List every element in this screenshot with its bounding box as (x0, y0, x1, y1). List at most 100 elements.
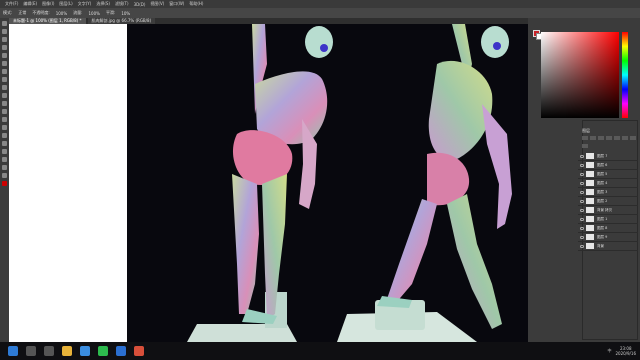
layer-row[interactable]: 图层 7 (578, 152, 638, 161)
option-item[interactable]: 流量: (73, 10, 82, 16)
wechat-icon[interactable] (98, 346, 108, 356)
option-item[interactable]: 正常 (18, 10, 26, 16)
menu-item[interactable]: 帮助(H) (189, 1, 203, 7)
option-item[interactable]: 100% (89, 11, 100, 16)
anatomy-figure-side (377, 24, 512, 329)
crop-tool-icon[interactable] (2, 53, 7, 58)
search-icon[interactable] (26, 346, 36, 356)
menu-item[interactable]: 图像(I) (42, 1, 54, 7)
move-tool-icon[interactable] (2, 21, 7, 26)
visibility-eye-icon[interactable] (580, 217, 584, 221)
visibility-eye-icon[interactable] (580, 235, 584, 239)
layer-thumbnail (586, 162, 594, 168)
color-picker[interactable] (533, 28, 629, 121)
dodge-tool-icon[interactable] (2, 125, 7, 130)
layer-name: 图层 2 (597, 198, 608, 203)
explorer-icon[interactable] (62, 346, 72, 356)
healing-brush-tool-icon[interactable] (2, 69, 7, 74)
menu-item[interactable]: 编辑(E) (23, 1, 37, 7)
path-select-tool-icon[interactable] (2, 149, 7, 154)
filter-kind-icon[interactable] (582, 136, 588, 140)
hue-slider[interactable] (622, 32, 628, 118)
quick-select-tool-icon[interactable] (2, 45, 7, 50)
filter-adjust-icon[interactable] (598, 136, 604, 140)
layer-row[interactable]: 图层 4 (578, 179, 638, 188)
lasso-tool-icon[interactable] (2, 37, 7, 42)
layer-row[interactable]: 背景 拷贝 (578, 206, 638, 215)
filter-pixel-icon[interactable] (590, 136, 596, 140)
photoshop-icon[interactable] (116, 346, 126, 356)
layer-name: 图层 5 (597, 171, 608, 176)
menu-item[interactable]: 选择(S) (96, 1, 110, 7)
visibility-eye-icon[interactable] (580, 172, 584, 176)
windows-start-icon[interactable] (8, 346, 18, 356)
opacity-field[interactable] (630, 136, 636, 140)
clone-stamp-tool-icon[interactable] (2, 85, 7, 90)
layer-row[interactable]: 图层 5 (578, 170, 638, 179)
pen-tool-icon[interactable] (2, 133, 7, 138)
history-brush-tool-icon[interactable] (2, 93, 7, 98)
option-item[interactable]: 不透明度: (32, 10, 49, 16)
browser-icon[interactable] (80, 346, 90, 356)
blur-tool-icon[interactable] (2, 117, 7, 122)
visibility-eye-icon[interactable] (580, 244, 584, 248)
type-tool-icon[interactable] (2, 141, 7, 146)
layer-row[interactable]: 图层 8 (578, 224, 638, 233)
shape-tool-icon[interactable] (2, 157, 7, 162)
layer-row[interactable]: 图层 1 (578, 215, 638, 224)
gradient-tool-icon[interactable] (2, 109, 7, 114)
menu-item[interactable]: 文字(Y) (78, 1, 92, 7)
hand-tool-icon[interactable] (2, 165, 7, 170)
layer-name: 图层 3 (597, 189, 608, 194)
menu-item[interactable]: 文件(F) (5, 1, 18, 7)
menu-item[interactable]: 滤镜(T) (115, 1, 129, 7)
layer-name: 背景 拷贝 (597, 207, 613, 212)
layer-row[interactable]: 图层 3 (578, 188, 638, 197)
visibility-eye-icon[interactable] (580, 154, 584, 158)
media-icon[interactable] (134, 346, 144, 356)
filter-shape-icon[interactable] (614, 136, 620, 140)
menu-item[interactable]: 3D(D) (134, 2, 146, 7)
option-item[interactable]: 10% (121, 11, 130, 16)
task-view-icon[interactable] (44, 346, 54, 356)
visibility-eye-icon[interactable] (580, 190, 584, 194)
saturation-value-field[interactable] (541, 32, 619, 118)
lock-icon[interactable] (582, 144, 588, 148)
blank-document-page (9, 24, 127, 342)
menu-bar: 文件(F) 编辑(E) 图像(I) 图层(L) 文字(Y) 选择(S) 滤镜(T) 3D(D)… (0, 0, 640, 8)
option-item[interactable]: 平滑: (106, 10, 115, 16)
layer-row[interactable]: 背景 (578, 242, 638, 251)
foreground-color-swatch[interactable] (2, 181, 7, 186)
visibility-eye-icon[interactable] (580, 226, 584, 230)
layer-name: 图层 8 (597, 225, 608, 230)
layer-thumbnail (586, 234, 594, 240)
input-method-indicator[interactable]: 中 (607, 348, 611, 354)
layer-row[interactable]: 图层 2 (578, 197, 638, 206)
anatomy-figure-back (232, 24, 333, 324)
visibility-eye-icon[interactable] (580, 208, 584, 212)
layer-thumbnail (586, 180, 594, 186)
visibility-eye-icon[interactable] (580, 199, 584, 203)
filter-type-icon[interactable] (606, 136, 612, 140)
menu-item[interactable]: 窗口(W) (169, 1, 184, 7)
layer-row[interactable]: 图层 9 (578, 233, 638, 242)
clock[interactable]: 23:08 2020/9/16 (615, 346, 636, 356)
menu-item[interactable]: 图层(L) (59, 1, 72, 7)
eyedropper-tool-icon[interactable] (2, 61, 7, 66)
layer-thumbnail (586, 207, 594, 213)
layers-panel-title: 图层 (582, 128, 590, 133)
visibility-eye-icon[interactable] (580, 163, 584, 167)
layer-row[interactable]: 图层 6 (578, 161, 638, 170)
document-canvas[interactable] (9, 24, 528, 342)
option-item[interactable]: 100% (56, 11, 67, 16)
marquee-tool-icon[interactable] (2, 29, 7, 34)
visibility-eye-icon[interactable] (580, 181, 584, 185)
layer-name: 图层 7 (597, 153, 608, 158)
option-item[interactable]: 模式: (3, 10, 12, 16)
eraser-tool-icon[interactable] (2, 101, 7, 106)
menu-item[interactable]: 视图(V) (150, 1, 164, 7)
brush-tool-icon[interactable] (2, 77, 7, 82)
layer-list: 图层 7 图层 6 图层 5 图层 4 图层 3 图层 2 背景 拷贝图层 1 图层 8 图层 … (578, 152, 638, 251)
zoom-tool-icon[interactable] (2, 173, 7, 178)
blend-mode-select[interactable] (622, 136, 628, 140)
